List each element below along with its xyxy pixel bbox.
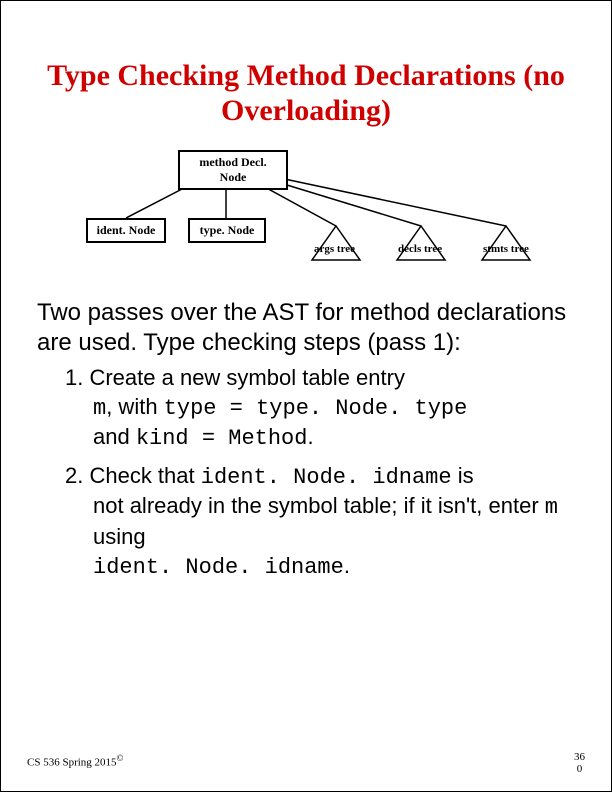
copyright-icon: © (117, 753, 124, 763)
label-decls-tree: decls tree (398, 243, 442, 255)
step1-line2: m, with type = type. Node. type (93, 393, 575, 424)
step-2: 2. Check that ident. Node. idname is not… (65, 462, 575, 582)
text-using: using (93, 524, 146, 549)
footer-pagenum: 36 0 (574, 751, 585, 775)
step-1: 1. Create a new symbol table entry m, wi… (65, 364, 575, 454)
label-stmts-tree: stmts tree (483, 243, 529, 255)
mono-eq2: = (189, 426, 229, 451)
ast-diagram: method Decl. Node ident. Node type. Node… (66, 148, 546, 278)
step1-lead: 1. Create a new symbol table entry (65, 365, 405, 390)
pagenum-bot: 0 (574, 763, 585, 775)
slide-title: Type Checking Method Declarations (no Ov… (37, 59, 575, 128)
step2-line2: not already in the symbol table; if it i… (93, 492, 575, 551)
mono-method: Method (228, 426, 307, 451)
step1-line3: and kind = Method. (93, 423, 575, 454)
mono-idname2: ident. Node. idname (93, 555, 344, 580)
mono-m1: m (93, 396, 106, 421)
diagram-edges (66, 148, 546, 278)
text-is: is (452, 463, 474, 488)
text-period2: . (344, 553, 350, 578)
node-typenode: type. Node (188, 218, 266, 243)
intro-paragraph: Two passes over the AST for method decla… (37, 298, 575, 358)
text-and: and (93, 424, 136, 449)
mono-kind: kind (136, 426, 189, 451)
mono-idname1: ident. Node. idname (201, 465, 452, 490)
steps-list: 1. Create a new symbol table entry m, wi… (65, 364, 575, 582)
footer-course-text: CS 536 Spring 2015 (27, 757, 117, 769)
text-period1: . (307, 424, 313, 449)
mono-m2: m (545, 495, 558, 520)
footer-course: CS 536 Spring 2015© (27, 753, 123, 769)
text-notalready: not already in the symbol table; if it i… (93, 493, 545, 518)
step2-lead: 2. Check that ident. Node. idname is (65, 463, 474, 488)
mono-eq1: = (216, 396, 256, 421)
label-args-tree: args tree (314, 243, 355, 255)
node-methoddecl: method Decl. Node (178, 150, 288, 190)
node-identnode: ident. Node (86, 218, 166, 243)
text-with: , with (106, 394, 163, 419)
pagenum-top: 36 (574, 751, 585, 763)
slide-page: Type Checking Method Declarations (no Ov… (0, 0, 612, 792)
step2-line3: ident. Node. idname. (93, 552, 575, 583)
mono-typenode-type: type. Node. type (256, 396, 467, 421)
mono-type-lhs: type (164, 396, 217, 421)
